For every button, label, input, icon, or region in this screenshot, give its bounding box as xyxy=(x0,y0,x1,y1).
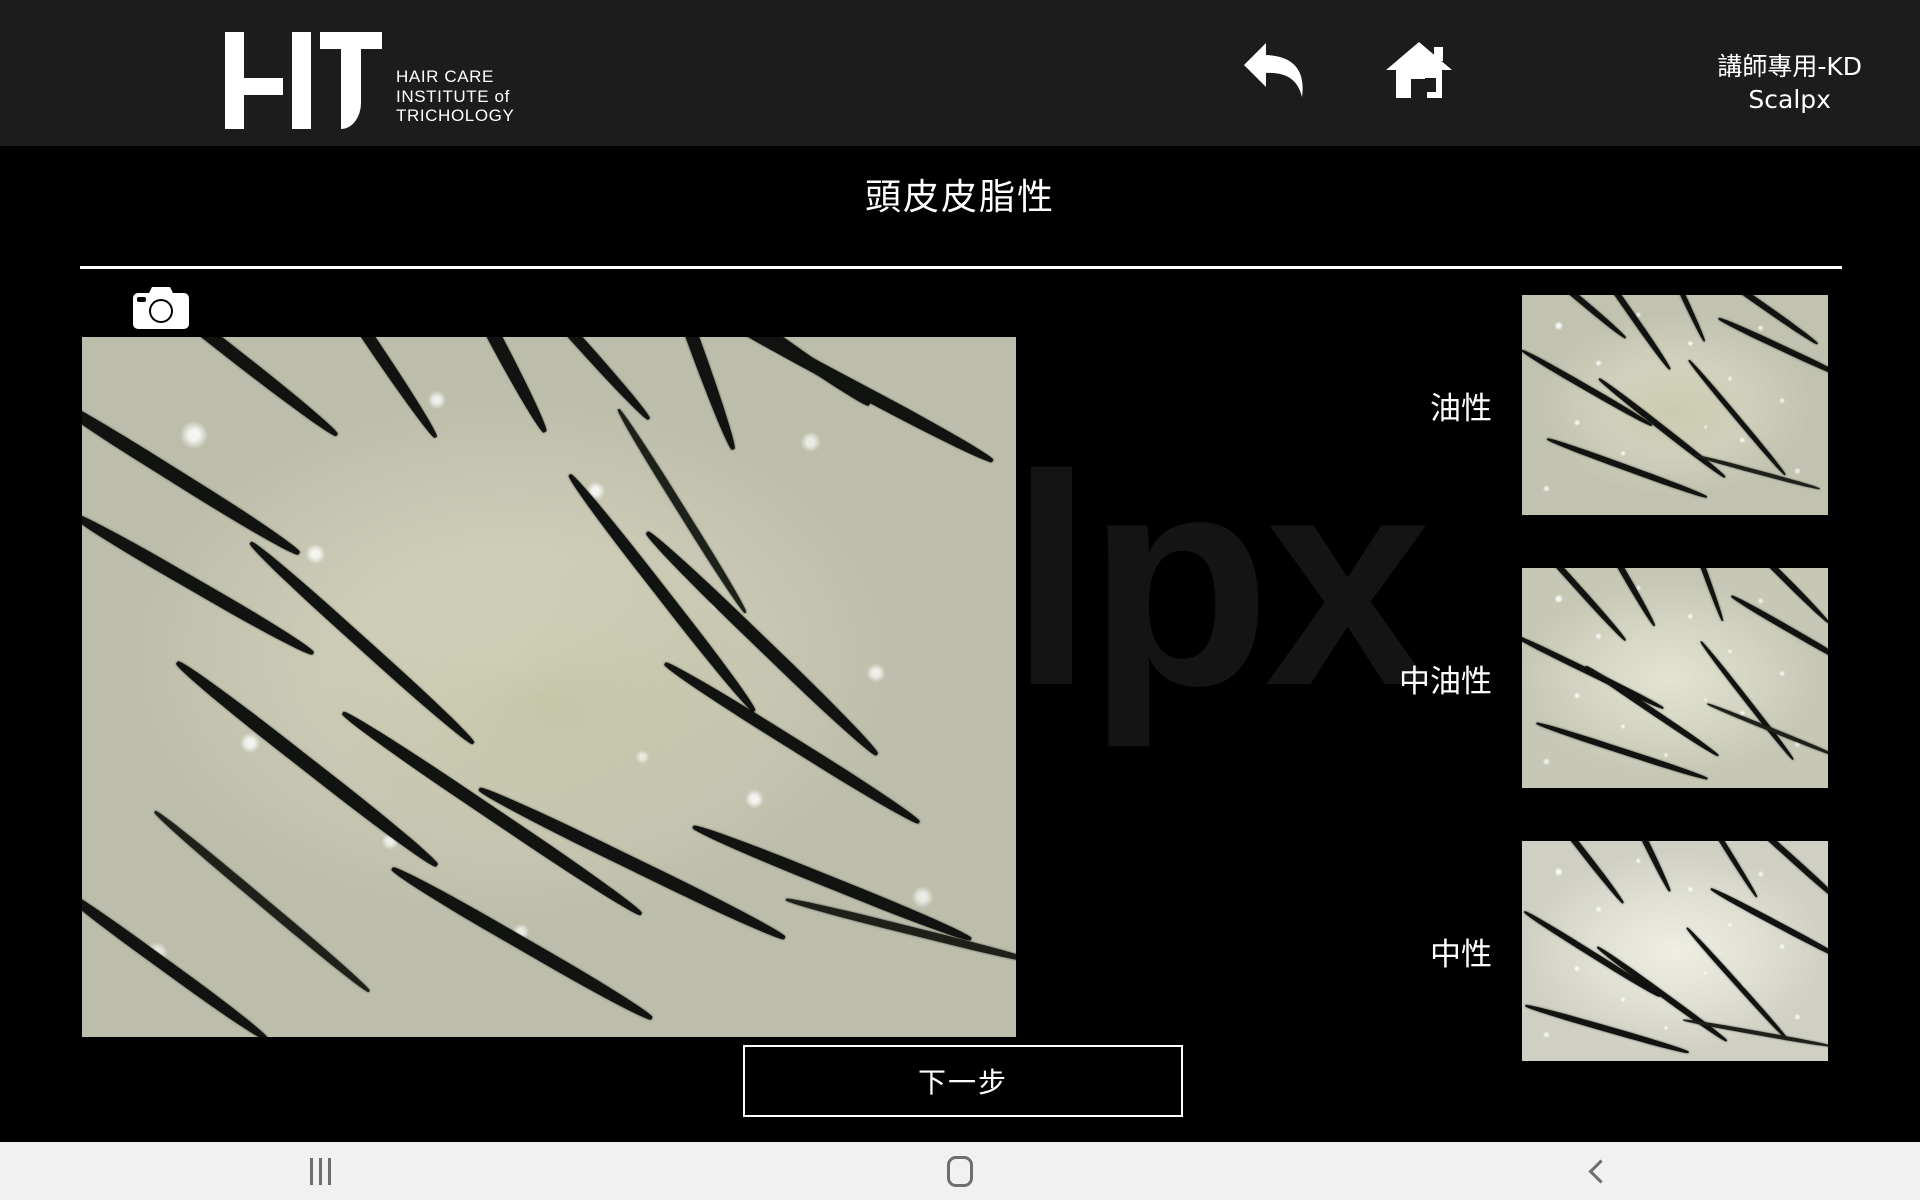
background-watermark: lpx xyxy=(1010,412,1431,748)
level-thumbnail-oily[interactable] xyxy=(1522,295,1828,515)
recents-icon xyxy=(309,1157,331,1185)
scalp-microscope-view xyxy=(82,337,1016,1037)
home-icon[interactable] xyxy=(1384,38,1454,102)
logo-letter-h xyxy=(225,32,283,129)
brand-logo: HAIR CARE INSTITUTE of TRICHOLOGY xyxy=(225,32,514,129)
logo-letter-t xyxy=(320,32,382,129)
app-header: HAIR CARE INSTITUTE of TRICHOLOGY 講師專用-K… xyxy=(0,0,1920,146)
camera-icon[interactable] xyxy=(133,283,189,329)
page-title: 頭皮皮脂性 xyxy=(864,177,1055,218)
header-nav-icons xyxy=(1240,38,1454,102)
oiliness-level-list: 油性 中油性 中性 xyxy=(1380,295,1880,1061)
level-label-neutral: 中性 xyxy=(1430,936,1492,973)
android-back-button[interactable] xyxy=(1280,1158,1920,1184)
android-home-button[interactable] xyxy=(640,1155,1280,1187)
back-chevron-icon xyxy=(1587,1158,1613,1184)
level-row-medium-oily: 中油性 xyxy=(1380,568,1880,788)
logo-tagline-line2: INSTITUTE of xyxy=(396,86,510,106)
logo-tagline-line3: TRICHOLOGY xyxy=(396,106,515,126)
title-divider xyxy=(80,266,1842,269)
logo-mark-hit xyxy=(225,32,382,129)
user-role-label: 講師專用-KD xyxy=(1717,52,1862,81)
logo-tagline-line1: HAIR CARE xyxy=(396,66,494,86)
level-row-neutral: 中性 xyxy=(1380,841,1880,1061)
app-root: HAIR CARE INSTITUTE of TRICHOLOGY 講師專用-K… xyxy=(0,0,1920,1200)
level-label-oily: 油性 xyxy=(1430,390,1492,427)
level-row-oily: 油性 xyxy=(1380,295,1880,515)
next-step-button[interactable]: 下一步 xyxy=(743,1045,1183,1117)
back-arrow-icon[interactable] xyxy=(1240,39,1314,101)
app-name-label: Scalpx xyxy=(1748,85,1831,114)
android-recents-button[interactable] xyxy=(0,1157,640,1185)
user-info: 講師專用-KD Scalpx xyxy=(1717,50,1862,116)
logo-tagline: HAIR CARE INSTITUTE of TRICHOLOGY xyxy=(396,67,514,129)
logo-letter-i xyxy=(292,32,311,129)
level-thumbnail-medium-oily[interactable] xyxy=(1522,568,1828,788)
level-thumbnail-neutral[interactable] xyxy=(1522,841,1828,1061)
home-square-icon xyxy=(947,1155,973,1187)
main-scalp-image[interactable] xyxy=(82,337,1016,1037)
android-nav-bar xyxy=(0,1142,1920,1200)
level-label-medium-oily: 中油性 xyxy=(1399,663,1492,700)
